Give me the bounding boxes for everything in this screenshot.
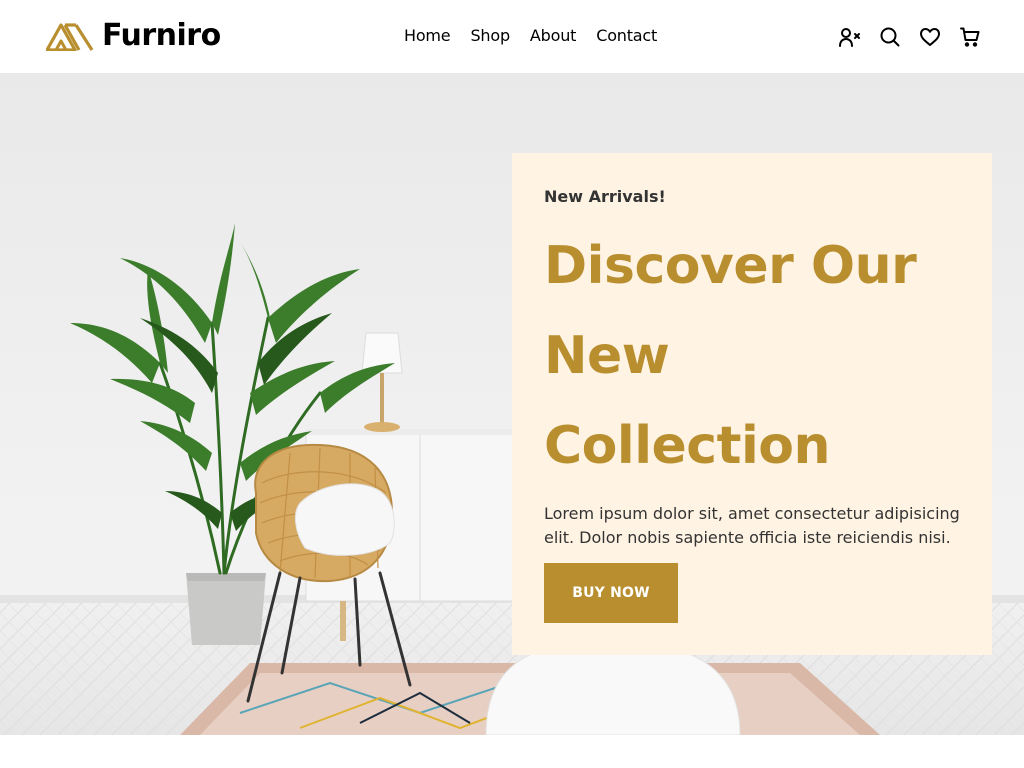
hero-title-line-1: Discover Our xyxy=(544,236,917,296)
brand-name: Furniro xyxy=(102,18,221,53)
nav-shop[interactable]: Shop xyxy=(470,24,510,48)
nav-about[interactable]: About xyxy=(530,24,577,48)
cart-button[interactable] xyxy=(958,25,982,49)
wishlist-button[interactable] xyxy=(918,25,942,49)
hero-description: Lorem ipsum dolor sit, amet consectetur … xyxy=(544,504,960,547)
search-icon xyxy=(880,27,900,47)
hero-title-line-3: Collection xyxy=(544,416,831,476)
heart-icon xyxy=(920,28,940,46)
nav-contact[interactable]: Contact xyxy=(596,24,657,48)
account-button[interactable] xyxy=(838,25,862,49)
cart-icon xyxy=(960,27,980,47)
hero-title: Discover Our New Collection xyxy=(544,221,974,491)
hero-title-line-2: New xyxy=(544,326,670,386)
search-button[interactable] xyxy=(878,25,902,49)
brand-logo[interactable]: Furniro xyxy=(46,19,221,53)
hero-eyebrow: New Arrivals! xyxy=(544,187,666,206)
nav-home[interactable]: Home xyxy=(404,24,451,48)
furniro-logo-icon xyxy=(46,23,94,51)
buy-now-button[interactable]: BUY NOW xyxy=(544,563,678,623)
main-nav: Home Shop About Contact xyxy=(404,24,677,48)
header-actions xyxy=(838,25,982,49)
hero-card: New Arrivals! Discover Our New Collectio… xyxy=(512,153,992,655)
user-alert-icon xyxy=(839,28,860,47)
site-header: Furniro Home Shop About Contact xyxy=(0,0,1024,73)
